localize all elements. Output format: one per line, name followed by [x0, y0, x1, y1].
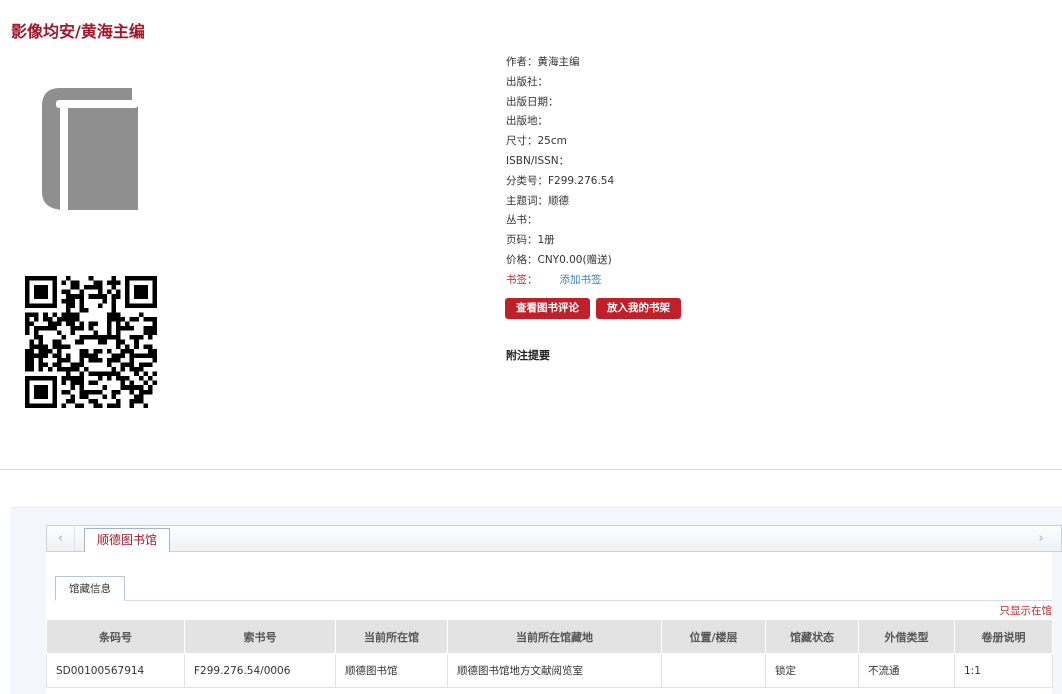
meta-author: 作者：黄海主编	[506, 56, 580, 68]
action-buttons: 查看图书评论 放入我的书架	[505, 298, 687, 319]
col-loan-type: 外借类型	[858, 619, 955, 654]
meta-pub-place: 出版地：	[506, 115, 548, 128]
view-reviews-button[interactable]: 查看图书评论	[505, 298, 590, 319]
meta-pages: 页码：1册	[506, 234, 555, 247]
library-tabbar: ‹ 顺德图书馆 ›	[46, 525, 1062, 553]
cell-volume: 1:1	[954, 653, 1053, 688]
cell-status: 锁定	[765, 653, 859, 688]
page-title: 影像均安/黄海主编	[11, 22, 145, 41]
meta-isbn: ISBN/ISSN：	[506, 154, 570, 167]
meta-classno: 分类号：F299.276.54	[506, 174, 615, 187]
book-metadata: 作者：黄海主编 出版社： 出版日期： 出版地： 尺寸：25cm ISBN/ISS…	[506, 53, 926, 291]
tab-scroll-right-button[interactable]: ›	[1031, 526, 1051, 551]
col-barcode: 条码号	[46, 619, 185, 654]
cell-callno: F299.276.54/0006	[184, 653, 336, 688]
col-volume: 卷册说明	[954, 619, 1053, 654]
cell-floor	[661, 653, 766, 688]
col-status: 馆藏状态	[765, 619, 859, 654]
meta-pub-date: 出版日期：	[506, 95, 559, 108]
meta-bookmark: 书签： 添加书签	[506, 273, 602, 286]
holdings-panel: 馆藏信息 只显示在馆 条码号 索书号 当前所在馆 当前所在馆藏地 位置/楼层 馆…	[46, 552, 1053, 694]
cell-loan-type: 不流通	[858, 653, 955, 688]
notes-title: 附注提要	[506, 349, 550, 362]
meta-size: 尺寸：25cm	[506, 135, 567, 148]
table-row: SD00100567914 F299.276.54/0006 顺德图书馆 顺德图…	[46, 653, 1053, 688]
book-icon	[42, 88, 138, 210]
meta-subject: 主题词：顺德	[506, 194, 569, 207]
add-bookmark-link[interactable]: 添加书签	[560, 274, 602, 286]
subtab-line	[55, 600, 1052, 601]
col-floor: 位置/楼层	[661, 619, 766, 654]
table-header-row: 条码号 索书号 当前所在馆 当前所在馆藏地 位置/楼层 馆藏状态 外借类型 卷册…	[46, 619, 1053, 654]
cell-barcode: SD00100567914	[46, 653, 185, 688]
section-divider	[0, 469, 1062, 470]
cell-location: 顺德图书馆地方文献阅览室	[447, 653, 662, 688]
holdings-table: 条码号 索书号 当前所在馆 当前所在馆藏地 位置/楼层 馆藏状态 外借类型 卷册…	[46, 619, 1053, 688]
qr-code	[25, 276, 157, 408]
meta-publisher: 出版社：	[506, 75, 548, 88]
add-to-shelf-button[interactable]: 放入我的书架	[596, 298, 681, 319]
tab-holdings-info[interactable]: 馆藏信息	[55, 576, 125, 601]
col-library: 当前所在馆	[335, 619, 448, 654]
meta-series: 丛书：	[506, 214, 538, 227]
meta-price: 价格：CNY0.00(赠送)	[506, 253, 612, 266]
cell-library: 顺德图书馆	[335, 653, 448, 688]
col-callno: 索书号	[184, 619, 336, 654]
col-location: 当前所在馆藏地	[447, 619, 662, 654]
tab-scroll-left-button[interactable]: ‹	[47, 526, 75, 551]
show-available-only-link[interactable]: 只显示在馆	[1000, 603, 1053, 618]
tab-shunde-library[interactable]: 顺德图书馆	[84, 528, 171, 553]
